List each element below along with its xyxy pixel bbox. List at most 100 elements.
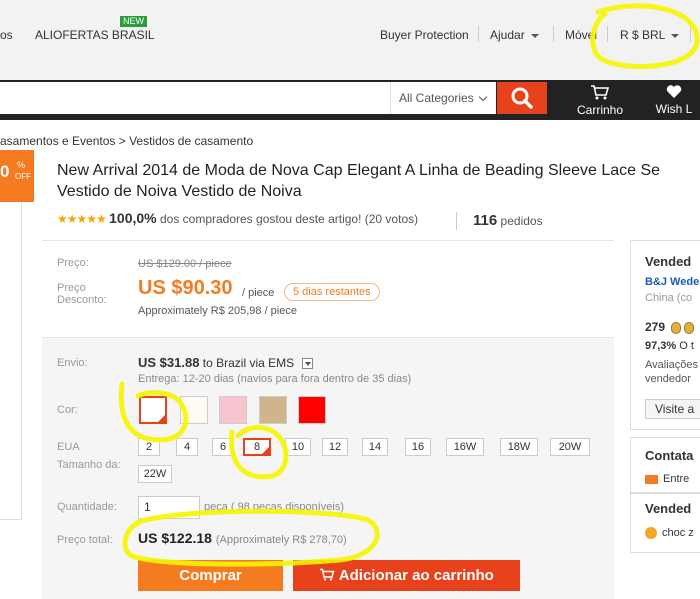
seller-country: China (co bbox=[645, 292, 693, 304]
add-to-cart-label: Adicionar ao carrinho bbox=[338, 567, 494, 584]
nav-ajudar[interactable]: Ajudar bbox=[490, 28, 539, 42]
total-approx: (Approximately R$ 278,70) bbox=[215, 534, 347, 546]
total-price: US $122.18 (Approximately R$ 278,70) bbox=[138, 530, 347, 546]
size-option-4[interactable]: 4 bbox=[176, 438, 198, 456]
nav-fragment[interactable]: os bbox=[0, 28, 13, 42]
nav-divider bbox=[607, 26, 608, 42]
cart-label: Carrinho bbox=[576, 103, 624, 117]
rating-row: ★★★★★ 100,0% dos compradores gostou dest… bbox=[57, 210, 418, 226]
rating-text[interactable]: dos compradores gostou deste artigo! (20… bbox=[160, 212, 418, 226]
quantity-input[interactable]: 1 bbox=[138, 496, 200, 519]
size-label-2: Tamanho da: bbox=[57, 459, 121, 471]
seller-score: 279 bbox=[645, 320, 695, 334]
size-option-10[interactable]: 10 bbox=[285, 438, 311, 456]
chat-icon bbox=[645, 527, 657, 540]
size-option-14[interactable]: 14 bbox=[362, 438, 388, 456]
size-option-20W[interactable]: 20W bbox=[550, 438, 590, 456]
color-swatch-ivory[interactable] bbox=[180, 396, 208, 424]
seller-name-link[interactable]: B&J Wede bbox=[645, 276, 699, 288]
contact-seller-link[interactable]: Entre bbox=[645, 473, 689, 485]
nav-aliofertas[interactable]: ALIOFERTAS BRASIL bbox=[35, 28, 155, 42]
buy-button[interactable]: Comprar bbox=[138, 560, 283, 591]
size-option-12[interactable]: 12 bbox=[322, 438, 348, 456]
cart-link[interactable]: Carrinho bbox=[572, 84, 628, 117]
seller-heading: Vended bbox=[645, 254, 692, 269]
discount-price: US $90.30 bbox=[138, 277, 233, 299]
seller2-heading: Vended bbox=[645, 501, 692, 516]
add-to-cart-button[interactable]: Adicionar ao carrinho bbox=[293, 560, 520, 591]
size-option-6[interactable]: 6 bbox=[212, 438, 234, 456]
shipping-dest: to Brazil via EMS bbox=[202, 356, 295, 370]
approx-price: Approximately R$ 205,98 / piece bbox=[138, 305, 297, 317]
seller-feedback: 97,3% O t bbox=[645, 340, 694, 352]
nav-movel[interactable]: Móvel bbox=[565, 28, 597, 42]
price-label: Preço: bbox=[57, 257, 89, 269]
total-value: US $122.18 bbox=[138, 530, 212, 546]
currency-selector[interactable]: R $ BRL bbox=[620, 28, 680, 42]
discount-percent: % bbox=[17, 160, 26, 170]
top-nav: os ALIOFERTAS BRASIL NEW Buyer Protectio… bbox=[0, 0, 700, 80]
shipping-info: US $31.88 to Brazil via EMS bbox=[138, 355, 314, 370]
nav-divider bbox=[553, 26, 554, 42]
medal-icon bbox=[671, 321, 682, 334]
product-page: os ALIOFERTAS BRASIL NEW Buyer Protectio… bbox=[0, 0, 700, 599]
size-option-22W[interactable]: 22W bbox=[138, 465, 172, 483]
medal-icon bbox=[684, 321, 695, 334]
seller-chat-link[interactable]: choc z bbox=[645, 527, 694, 540]
product-title-line2: Vestido de Noiva Vestido de Noiva bbox=[57, 183, 302, 200]
contact-item-label: Entre bbox=[663, 473, 690, 485]
discount-number: 0 bbox=[0, 162, 10, 181]
wishlist-link[interactable]: Wish L bbox=[648, 84, 700, 116]
product-title-line1: New Arrival 2014 de Moda de Nova Cap Ele… bbox=[57, 162, 661, 179]
quantity-note: peça ( 98 peças disponíveis) bbox=[204, 501, 345, 513]
color-swatch-champagne[interactable] bbox=[259, 396, 287, 424]
days-left-badge: 5 dias restantes bbox=[284, 283, 380, 301]
product-title: New Arrival 2014 de Moda de Nova Cap Ele… bbox=[57, 160, 700, 202]
size-option-8[interactable]: 8 bbox=[243, 438, 271, 456]
cart-icon bbox=[591, 85, 610, 100]
color-label: Cor: bbox=[57, 404, 78, 416]
breadcrumb[interactable]: asamentos e Eventos > Vestidos de casame… bbox=[0, 134, 253, 148]
original-price: US $129.00 / piece bbox=[138, 258, 232, 270]
seller2-item-label: choc z bbox=[662, 527, 694, 539]
size-option-2[interactable]: 2 bbox=[138, 438, 160, 456]
color-swatch-white[interactable] bbox=[139, 396, 167, 424]
size-option-16[interactable]: 16 bbox=[405, 438, 431, 456]
color-swatch-red[interactable] bbox=[298, 396, 326, 424]
seller-feedback-rest: O t bbox=[679, 340, 694, 352]
visit-store-button[interactable]: Visite a bbox=[645, 399, 700, 419]
seller-score-value: 279 bbox=[645, 320, 666, 334]
size-label-1: EUA bbox=[57, 441, 80, 453]
selected-check-icon bbox=[157, 414, 166, 423]
gallery-edge bbox=[0, 202, 22, 520]
nav-buyer-protection[interactable]: Buyer Protection bbox=[380, 28, 469, 42]
color-swatch-pink[interactable] bbox=[219, 396, 247, 424]
currency-label: R $ BRL bbox=[620, 28, 666, 42]
seller-eval-1: Avaliações bbox=[645, 359, 698, 371]
search-input[interactable] bbox=[0, 82, 390, 114]
discount-label-2: Desconto: bbox=[57, 294, 107, 306]
nav-divider bbox=[478, 26, 479, 42]
orders-label: pedidos bbox=[500, 214, 543, 228]
divider bbox=[456, 212, 457, 230]
nav-ajudar-label: Ajudar bbox=[490, 28, 525, 42]
shipping-cost: US $31.88 bbox=[138, 355, 200, 370]
per-piece: / piece bbox=[242, 287, 275, 299]
size-option-18W[interactable]: 18W bbox=[500, 438, 538, 456]
chevron-down-icon bbox=[530, 33, 539, 38]
envelope-icon bbox=[645, 474, 658, 484]
discount-badge: 0 % OFF bbox=[0, 150, 34, 202]
discount-off: OFF bbox=[15, 172, 31, 181]
selected-check-icon bbox=[261, 446, 270, 455]
delivery-time: Entrega: 12-20 dias (navios para fora de… bbox=[138, 373, 412, 385]
total-label: Preço total: bbox=[57, 534, 113, 546]
chevron-down-icon bbox=[478, 92, 488, 102]
nav-divider bbox=[690, 26, 691, 42]
shipping-dropdown[interactable] bbox=[302, 358, 314, 370]
size-option-16W[interactable]: 16W bbox=[446, 438, 484, 456]
search-button[interactable] bbox=[497, 82, 547, 114]
rating-percent: 100,0% bbox=[109, 210, 157, 226]
category-select[interactable]: All Categories bbox=[390, 82, 496, 114]
rating-stars: ★★★★★ bbox=[57, 212, 107, 226]
orders-number: 116 bbox=[473, 212, 498, 229]
